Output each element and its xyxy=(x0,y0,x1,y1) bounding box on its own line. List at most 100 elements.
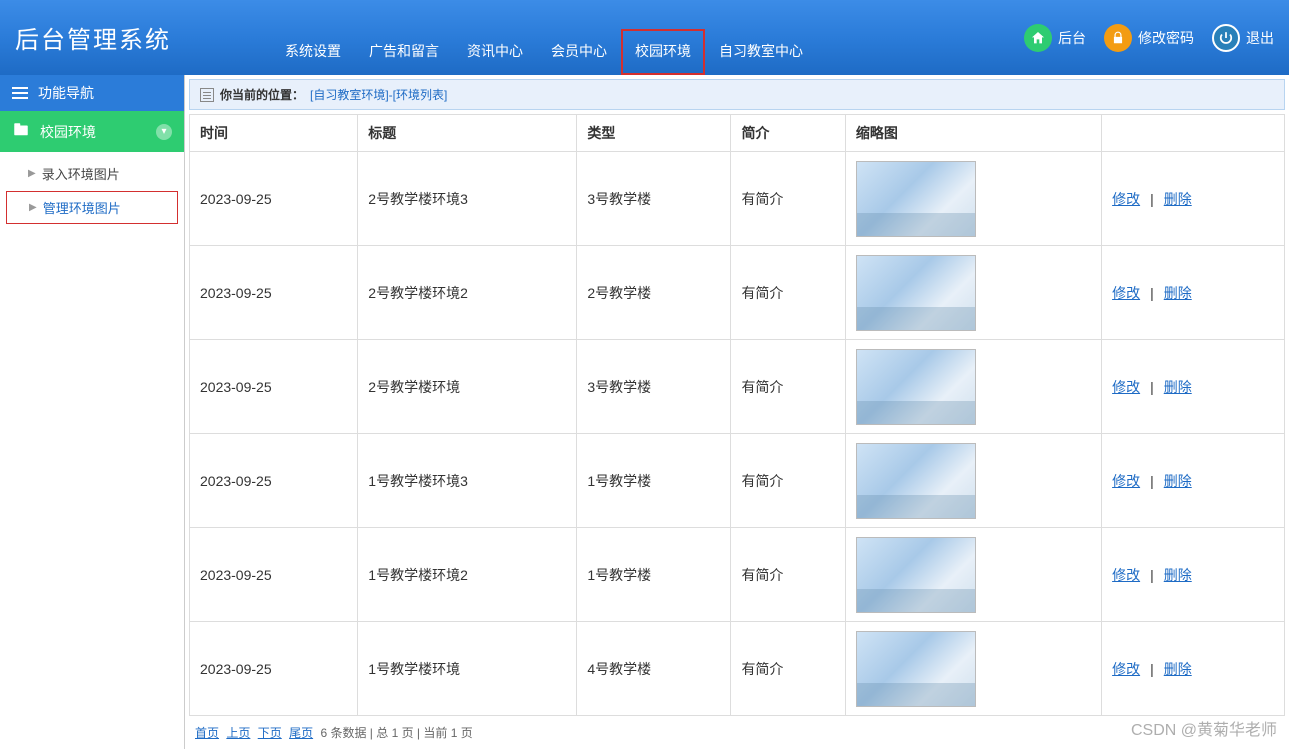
thumbnail-image xyxy=(856,255,976,331)
cell-thumb xyxy=(845,434,1101,528)
nav-campus-env[interactable]: 校园环境 xyxy=(621,29,705,75)
col-time: 时间 xyxy=(190,115,358,152)
home-icon xyxy=(1024,24,1052,52)
folder-icon xyxy=(12,121,30,142)
cell-title: 1号教学楼环境 xyxy=(358,622,577,716)
col-intro: 简介 xyxy=(731,115,845,152)
edit-link[interactable]: 修改 xyxy=(1112,379,1140,395)
edit-link[interactable]: 修改 xyxy=(1112,473,1140,489)
nav-studyroom[interactable]: 自习教室中心 xyxy=(705,29,817,75)
sidebar-title: 功能导航 xyxy=(0,75,184,111)
lock-icon xyxy=(1104,24,1132,52)
cell-date: 2023-09-25 xyxy=(190,152,358,246)
home-label: 后台 xyxy=(1058,28,1086,48)
thumbnail-image xyxy=(856,631,976,707)
nav-news[interactable]: 资讯中心 xyxy=(453,29,537,75)
cell-date: 2023-09-25 xyxy=(190,622,358,716)
pager-info: 6 条数据 | 总 1 页 | 当前 1 页 xyxy=(320,726,472,740)
thumbnail-image xyxy=(856,537,976,613)
cell-title: 1号教学楼环境3 xyxy=(358,434,577,528)
col-actions xyxy=(1102,115,1285,152)
delete-link[interactable]: 删除 xyxy=(1164,379,1192,395)
cell-thumb xyxy=(845,246,1101,340)
cell-thumb xyxy=(845,528,1101,622)
cell-type: 2号教学楼 xyxy=(577,246,731,340)
cell-title: 2号教学楼环境3 xyxy=(358,152,577,246)
cell-title: 1号教学楼环境2 xyxy=(358,528,577,622)
pager-last[interactable]: 尾页 xyxy=(289,726,313,740)
cell-type: 3号教学楼 xyxy=(577,340,731,434)
cell-title: 2号教学楼环境 xyxy=(358,340,577,434)
delete-link[interactable]: 删除 xyxy=(1164,285,1192,301)
thumbnail-image xyxy=(856,161,976,237)
triangle-icon: ▶ xyxy=(29,202,37,213)
cell-actions: 修改 | 删除 xyxy=(1102,152,1285,246)
delete-link[interactable]: 删除 xyxy=(1164,191,1192,207)
power-icon xyxy=(1212,24,1240,52)
cell-thumb xyxy=(845,340,1101,434)
sidebar-item-label: 录入环境图片 xyxy=(42,164,120,183)
logout-button[interactable]: 退出 xyxy=(1212,24,1274,52)
pager: 首页 上页 下页 尾页 6 条数据 | 总 1 页 | 当前 1 页 xyxy=(185,716,1289,749)
separator: | xyxy=(1150,661,1154,677)
table-row: 2023-09-252号教学楼环境22号教学楼有简介修改|删除 xyxy=(190,246,1285,340)
nav-system[interactable]: 系统设置 xyxy=(271,29,355,75)
password-label: 修改密码 xyxy=(1138,28,1194,48)
cell-thumb xyxy=(845,152,1101,246)
breadcrumb-path: [自习教室环境]-[环境列表] xyxy=(310,86,447,103)
cell-intro: 有简介 xyxy=(731,152,845,246)
cell-actions: 修改 | 删除 xyxy=(1102,340,1285,434)
sidebar-item-manage-image[interactable]: ▶ 管理环境图片 xyxy=(6,191,178,224)
cell-intro: 有简介 xyxy=(731,622,845,716)
top-nav: 系统设置 广告和留言 资讯中心 会员中心 校园环境 自习教室中心 xyxy=(271,0,817,75)
separator: | xyxy=(1150,473,1154,489)
nav-members[interactable]: 会员中心 xyxy=(537,29,621,75)
triangle-icon: ▶ xyxy=(28,168,36,179)
edit-link[interactable]: 修改 xyxy=(1112,567,1140,583)
delete-link[interactable]: 删除 xyxy=(1164,567,1192,583)
home-button[interactable]: 后台 xyxy=(1024,24,1086,52)
separator: | xyxy=(1150,379,1154,395)
sidebar-section-campus[interactable]: 校园环境 ▾ xyxy=(0,111,184,152)
edit-link[interactable]: 修改 xyxy=(1112,285,1140,301)
sidebar-list: ▶ 录入环境图片 ▶ 管理环境图片 xyxy=(0,152,184,232)
breadcrumb: 你当前的位置： [自习教室环境]-[环境列表] xyxy=(189,79,1285,110)
separator: | xyxy=(1150,567,1154,583)
sidebar-section-label: 校园环境 xyxy=(40,122,96,142)
cell-actions: 修改|删除 xyxy=(1102,246,1285,340)
table-row: 2023-09-252号教学楼环境3号教学楼有简介修改|删除 xyxy=(190,340,1285,434)
separator: | xyxy=(1150,191,1154,207)
pager-prev[interactable]: 上页 xyxy=(226,726,250,740)
edit-link[interactable]: 修改 xyxy=(1112,191,1140,207)
nav-ads[interactable]: 广告和留言 xyxy=(355,29,453,75)
cell-thumb xyxy=(845,622,1101,716)
thumbnail-image xyxy=(856,349,976,425)
cell-date: 2023-09-25 xyxy=(190,528,358,622)
cell-actions: 修改 | 删除 xyxy=(1102,622,1285,716)
pager-first[interactable]: 首页 xyxy=(195,726,219,740)
cell-intro: 有简介 xyxy=(731,434,845,528)
cell-title: 2号教学楼环境2 xyxy=(358,246,577,340)
delete-link[interactable]: 删除 xyxy=(1164,473,1192,489)
cell-type: 1号教学楼 xyxy=(577,434,731,528)
delete-link[interactable]: 删除 xyxy=(1164,661,1192,677)
cell-date: 2023-09-25 xyxy=(190,246,358,340)
edit-link[interactable]: 修改 xyxy=(1112,661,1140,677)
cell-type: 3号教学楼 xyxy=(577,152,731,246)
table-row: 2023-09-251号教学楼环境31号教学楼有简介 修改 | 删除 xyxy=(190,434,1285,528)
sidebar-item-upload-image[interactable]: ▶ 录入环境图片 xyxy=(0,158,184,189)
col-thumb: 缩略图 xyxy=(845,115,1101,152)
logout-label: 退出 xyxy=(1246,28,1274,48)
table-row: 2023-09-252号教学楼环境33号教学楼有简介 修改 | 删除 xyxy=(190,152,1285,246)
table-row: 2023-09-251号教学楼环境21号教学楼有简介修改|删除 xyxy=(190,528,1285,622)
sidebar-title-text: 功能导航 xyxy=(38,83,94,103)
cell-actions: 修改 | 删除 xyxy=(1102,434,1285,528)
cell-date: 2023-09-25 xyxy=(190,340,358,434)
change-password-button[interactable]: 修改密码 xyxy=(1104,24,1194,52)
cell-actions: 修改 | 删除 xyxy=(1102,528,1285,622)
header-right: 后台 修改密码 退出 xyxy=(1024,24,1274,52)
pager-next[interactable]: 下页 xyxy=(258,726,282,740)
menu-icon xyxy=(12,84,28,102)
col-type: 类型 xyxy=(577,115,731,152)
cell-date: 2023-09-25 xyxy=(190,434,358,528)
